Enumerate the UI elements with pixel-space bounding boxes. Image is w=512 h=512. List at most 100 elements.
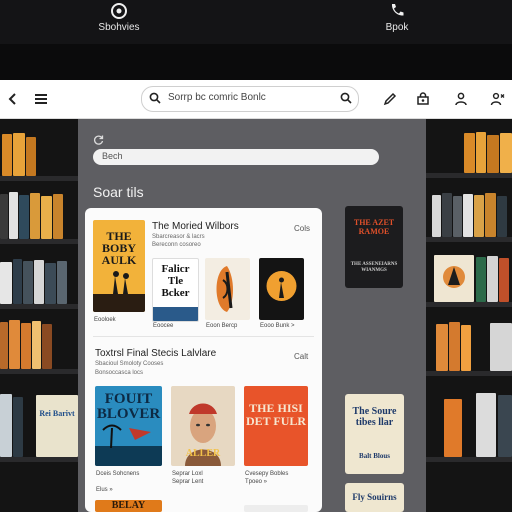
- shelf-book: [0, 194, 8, 239]
- search-bar[interactable]: Sorrp bc comric Bonlc: [141, 86, 359, 112]
- pen-icon: [383, 92, 397, 106]
- shelf-book: [0, 262, 12, 304]
- back-button[interactable]: [2, 88, 24, 110]
- shelf-book: [21, 323, 31, 369]
- shelf-book: [41, 196, 52, 239]
- featured-book-cover[interactable]: Fly Souirns: [345, 483, 404, 512]
- shelf-book: [42, 324, 52, 369]
- section-2-see-all-link[interactable]: Calt: [294, 352, 308, 361]
- shelf-book: [0, 322, 8, 369]
- shelf-plank: [0, 176, 78, 181]
- shelf-book: [23, 261, 33, 304]
- section-1-subtitle: Sbarcreasor & lacrs: [152, 234, 205, 240]
- shelf-book: [30, 193, 40, 239]
- book-caption: Eoocee: [153, 323, 174, 329]
- shelf-book: [499, 258, 509, 302]
- shelf-book: [476, 393, 496, 457]
- shelf-book: [449, 322, 460, 371]
- chevron-left-icon: [8, 93, 16, 105]
- shelf-book: [13, 133, 25, 176]
- shelf-book: [0, 394, 12, 457]
- shelf-book: [9, 320, 20, 369]
- account-button[interactable]: [450, 88, 472, 110]
- phone-icon: [357, 2, 437, 22]
- section-1-see-all-link[interactable]: Cols: [294, 224, 310, 233]
- book-caption: Seprar Loxl: [172, 471, 203, 477]
- book-title: THE BOBY AULK: [101, 229, 137, 267]
- shelf-book: [500, 133, 512, 173]
- shelf-book: [53, 194, 63, 239]
- book-cover[interactable]: ALLER: [171, 386, 235, 466]
- book-cover[interactable]: [259, 258, 304, 320]
- refresh-icon[interactable]: [93, 134, 104, 148]
- library-button[interactable]: [412, 88, 434, 110]
- book-cover[interactable]: [205, 258, 250, 320]
- shelf-book: [13, 397, 23, 457]
- shelf-plank: [426, 457, 512, 462]
- shelf-book: [463, 194, 473, 237]
- shelf-book: [434, 255, 474, 302]
- compass-icon: [79, 2, 159, 22]
- right-bookshelf: [426, 119, 512, 512]
- shelf-book: [476, 257, 486, 302]
- shelf-book: [485, 193, 496, 237]
- shelf-book: [490, 323, 512, 371]
- section-1-title: The Moried Wilbors: [152, 221, 239, 232]
- cover-band: [153, 307, 198, 321]
- section-divider: [93, 336, 314, 337]
- book-cover[interactable]: FOUIT BLOVER: [95, 386, 162, 466]
- book-cover[interactable]: THE BOBY AULK: [93, 220, 145, 312]
- book-caption: Eoon Bercp: [206, 323, 238, 329]
- book-title: The Soure tibes llar: [352, 406, 397, 428]
- shelf-plank: [426, 371, 512, 376]
- menu-button[interactable]: [30, 88, 52, 110]
- book-caption-sub: Tpoeo »: [245, 479, 268, 485]
- shelf-book: [464, 133, 475, 173]
- edit-button[interactable]: [379, 88, 401, 110]
- shelf-book: [45, 263, 56, 304]
- shelf-book: [9, 192, 18, 239]
- shelf-book: [497, 196, 507, 237]
- left-bookshelf: Rei Barivt: [0, 119, 78, 512]
- shelf-book: [436, 324, 448, 371]
- shelf-book: [26, 137, 36, 176]
- shelf-plank: [426, 302, 512, 307]
- top-gap: [0, 44, 512, 80]
- section-2-subtitle: Sbacioul Smoloty Cooses: [95, 361, 164, 367]
- shelf-book: [32, 321, 41, 369]
- shelf-book: [487, 256, 498, 302]
- hamburger-icon: [35, 94, 47, 104]
- shelf-book: [474, 195, 484, 237]
- friends-button[interactable]: [487, 88, 509, 110]
- section-2-title: Toxtrsl Final Stecis Lalvlare: [95, 348, 217, 359]
- book-title: Fly Souirns: [352, 492, 397, 502]
- shelf-book: [2, 134, 12, 176]
- top-tab-left[interactable]: Sbohvies: [79, 2, 159, 42]
- shelf-plank: [426, 237, 512, 242]
- book-title: THE AZET RAMOE: [353, 218, 395, 236]
- section-1-desc: Bereconn cosoreo: [152, 242, 201, 248]
- top-tab-right[interactable]: Bpok: [357, 2, 437, 42]
- section-2-desc: Bonsoccasca locs: [95, 370, 144, 376]
- book-caption: Eooloek: [94, 317, 116, 323]
- shelf-plank: [0, 369, 78, 374]
- search-submit-icon: [340, 92, 352, 104]
- shelf-plank: [0, 304, 78, 309]
- featured-book-cover[interactable]: THE AZET RAMOE THE ASSENEIARNS WIANMGS: [345, 206, 403, 288]
- left-book-cover[interactable]: Rei Barivt: [36, 395, 78, 457]
- panel-search-input[interactable]: Bech: [93, 149, 379, 165]
- search-placeholder: Sorrp bc comric Bonlc: [168, 92, 266, 103]
- book-cover[interactable]: BELAY: [95, 500, 162, 512]
- book-title: FOUIT BLOVER: [96, 391, 161, 422]
- search-icon: [149, 92, 161, 104]
- book-caption-sub: Seprar Lent: [172, 479, 204, 485]
- book-subtitle: Balt Blous: [359, 452, 390, 460]
- featured-book-cover[interactable]: The Soure tibes llar Balt Blous: [345, 394, 404, 474]
- shelf-plank: [426, 173, 512, 178]
- shelf-book: [432, 195, 441, 237]
- book-cover[interactable]: Falicr Tle Bcker: [152, 258, 199, 322]
- book-cover[interactable]: THE HISI DET FULR: [244, 386, 308, 466]
- top-tab-right-label: Bpok: [385, 22, 409, 33]
- book-cover[interactable]: [244, 505, 308, 512]
- book-caption: Eooo Bunk >: [260, 323, 295, 329]
